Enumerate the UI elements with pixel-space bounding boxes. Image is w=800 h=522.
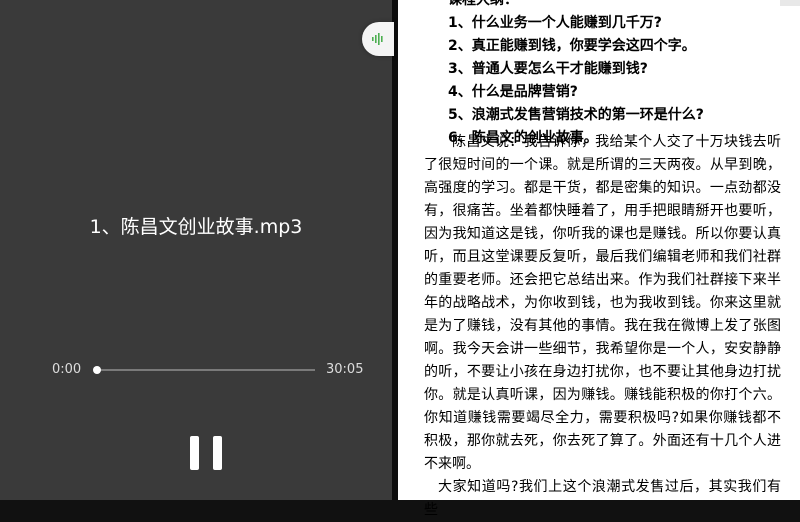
progress-thumb[interactable] [93,366,101,374]
document-body: 陈昌文说：我告诉你，我给某个人交了十万块钱去听了很短时间的一个课。就是所谓的三天… [424,131,781,522]
paragraph: 陈昌文说：我告诉你，我给某个人交了十万块钱去听了很短时间的一个课。就是所谓的三天… [424,134,781,472]
pause-icon-bar [213,436,222,470]
pause-icon [190,436,199,470]
audio-wave-icon [372,33,383,45]
track-title: 1、陈昌文创业故事.mp3 [89,216,303,238]
paragraph: 大家知道吗?我们上这个浪潮式发售过后，其实我们有些 [424,479,781,518]
outline-item: 3、普通人要怎么干才能赚到钱? [448,61,648,77]
outline-item: 1、什么业务一个人能赚到几千万? [448,15,662,31]
outline-header: 课程大纲： [448,0,518,8]
current-time: 0:00 [52,362,82,377]
outline-item: 4、什么是品牌营销? [448,84,578,100]
total-time: 30:05 [326,362,364,377]
floating-audio-button[interactable] [362,22,394,56]
progress-slider[interactable] [93,366,315,374]
course-outline: 课程大纲： 1、什么业务一个人能赚到几千万? 2、真正能赚到钱，你要学会这四个字… [448,0,788,150]
outline-item: 2、真正能赚到钱，你要学会这四个字。 [448,38,696,54]
outline-item: 5、浪潮式发售营销技术的第一环是什么? [448,107,704,123]
pause-button[interactable] [190,436,222,470]
audio-player-panel: 1、陈昌文创业故事.mp3 0:00 30:05 [0,0,392,500]
